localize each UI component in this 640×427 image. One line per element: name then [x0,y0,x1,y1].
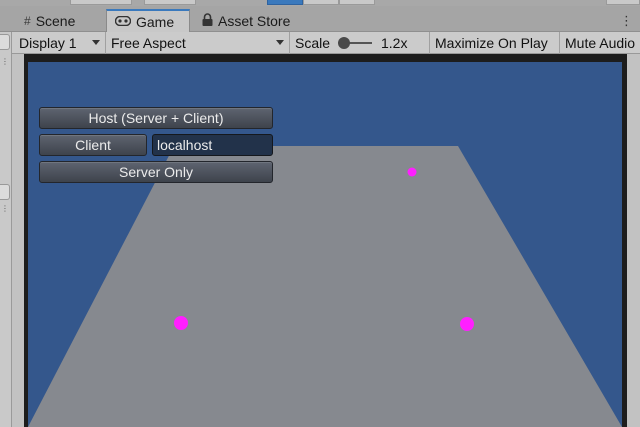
client-button[interactable]: Client [39,134,147,156]
left-panel-edge: ⋮ ⋮ [0,32,12,427]
spawn-point-marker [174,316,188,330]
scale-value: 1.2x [381,35,408,51]
host-button[interactable]: Host (Server + Client) [39,107,273,129]
gamepad-icon [114,15,132,28]
tab-game[interactable]: Game [106,9,190,32]
server-address-input[interactable]: localhost [152,134,273,156]
lock-icon [202,13,213,28]
panel-menu-icon[interactable]: ⋮ [1,205,9,213]
ground-plane [28,146,622,427]
spawn-point-marker [460,317,474,331]
step-button[interactable] [339,0,375,5]
more-options-icon[interactable]: ⋮ [620,14,633,27]
tab-asset-store[interactable]: Asset Store [194,9,298,32]
chevron-down-icon [276,40,284,45]
maximize-label: Maximize On Play [435,35,548,51]
tab-label: Game [136,13,175,30]
display-label: Display 1 [19,35,77,51]
game-view-toolbar: Display 1 Free Aspect Scale 1.2x Maximiz… [0,32,640,54]
mute-label: Mute Audio [565,35,636,51]
aspect-dropdown[interactable]: Free Aspect [106,32,290,54]
play-button[interactable] [267,0,303,5]
chevron-down-icon [92,40,100,45]
mute-audio-toggle[interactable]: Mute Audio [560,32,640,54]
scale-slider-handle[interactable] [338,37,350,49]
unity-editor-window: # Scene Game Asset Store ⋮ Display 1 Fre… [0,0,640,427]
display-dropdown[interactable]: Display 1 [14,32,106,54]
toolbar-segment[interactable] [606,0,640,5]
panel-handle[interactable] [0,184,10,200]
tab-label: Asset Store [218,12,291,29]
toolbar-segment[interactable] [70,0,132,5]
tab-scene[interactable]: # Scene [16,9,83,32]
server-only-button[interactable]: Server Only [39,161,273,183]
panel-handle[interactable] [0,34,10,50]
scale-control: Scale 1.2x [290,32,430,54]
toolbar-segment[interactable] [144,0,196,5]
tab-bar: # Scene Game Asset Store ⋮ [0,6,640,32]
pause-button[interactable] [303,0,339,5]
game-viewport[interactable]: Host (Server + Client) Client localhost … [28,62,622,427]
scale-label: Scale [295,35,331,51]
tab-label: Scene [35,12,76,29]
grid-icon: # [24,13,31,28]
aspect-label: Free Aspect [111,35,186,51]
panel-menu-icon[interactable]: ⋮ [1,58,9,66]
spawn-point-marker [407,167,417,177]
maximize-on-play-toggle[interactable]: Maximize On Play [430,32,560,54]
